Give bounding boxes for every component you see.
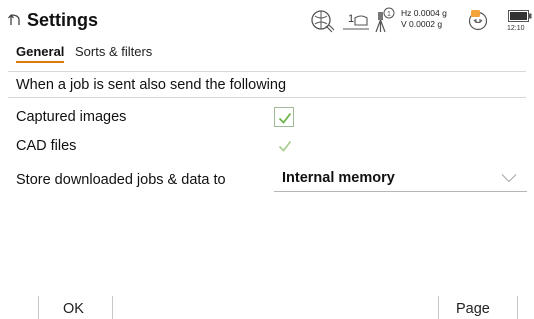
store-location-select[interactable]: Internal memory xyxy=(274,166,527,192)
tilt-readout: Hz 0.0004 g V 0.0002 g xyxy=(401,8,447,30)
captured-images-checkbox[interactable] xyxy=(274,107,294,127)
chevron-down-icon xyxy=(501,174,517,183)
clock: 12:10 xyxy=(507,25,525,32)
back-arrow-icon[interactable] xyxy=(7,12,23,28)
store-location-label: Store downloaded jobs & data to xyxy=(16,172,226,188)
page-title: Settings xyxy=(27,10,99,30)
captured-images-label: Captured images xyxy=(16,109,127,125)
softkey-divider xyxy=(438,296,439,319)
softkey-divider xyxy=(112,296,113,319)
ok-button[interactable]: OK xyxy=(63,301,84,317)
cad-files-label: CAD files xyxy=(16,138,77,154)
divider xyxy=(8,97,526,98)
checkmark-icon xyxy=(278,140,292,152)
svg-text:1: 1 xyxy=(387,11,391,18)
store-location-value: Internal memory xyxy=(282,170,395,186)
checkmark-icon xyxy=(278,112,292,124)
page-button[interactable]: Page xyxy=(456,301,490,317)
cad-files-checkbox[interactable] xyxy=(274,135,294,155)
tilt-sensor-icon[interactable]: 1 xyxy=(374,6,396,34)
tab-general[interactable]: General xyxy=(16,44,65,63)
connection-icon[interactable] xyxy=(466,8,490,32)
tilt-v-value: V 0.0002 g xyxy=(401,19,443,29)
tilt-hz-value: Hz 0.0004 g xyxy=(401,8,447,18)
softkey-divider xyxy=(517,296,518,319)
section-heading: When a job is sent also send the followi… xyxy=(16,77,287,93)
prism-constant-label: 1 xyxy=(348,13,355,25)
gnss-satellite-icon[interactable] xyxy=(309,8,337,34)
battery-icon xyxy=(508,9,532,22)
title-bar: Settings 1 1 Hz 0.0004 g V 0.0002 g 12:1… xyxy=(0,0,534,40)
divider xyxy=(8,71,526,72)
tab-sorts-filters[interactable]: Sorts & filters xyxy=(75,44,152,59)
softkey-divider xyxy=(38,296,39,319)
